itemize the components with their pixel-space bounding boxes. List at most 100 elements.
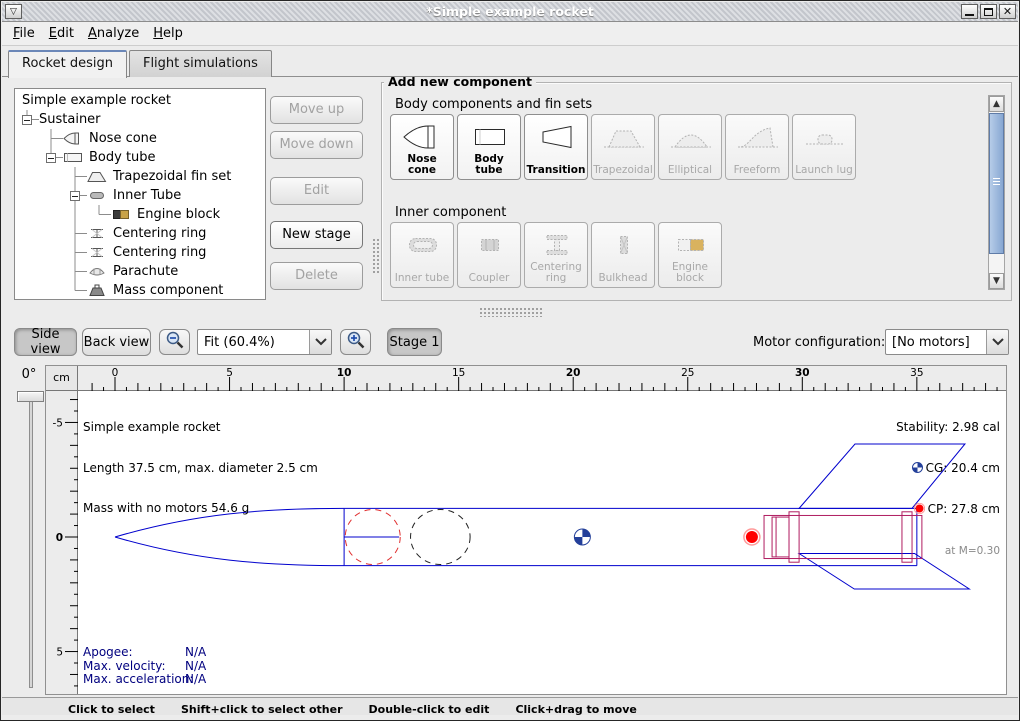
minimize-button[interactable] (961, 4, 978, 19)
tree-item-nose-cone[interactable]: Nose cone (15, 129, 265, 148)
tree-item-mass-component[interactable]: Mass component (15, 281, 265, 300)
tree-guide (87, 205, 111, 224)
tree-item-simple-example-rocket[interactable]: Simple example rocket (15, 91, 265, 110)
stage-1-toggle[interactable]: Stage 1 (387, 328, 442, 356)
tree-expander-icon[interactable] (22, 115, 32, 125)
tree-item-centering-ring[interactable]: Centering ring (15, 224, 265, 243)
tree-item-body-tube[interactable]: Body tube (15, 148, 265, 167)
scrollbar-thumb[interactable] (989, 113, 1004, 254)
tree-guide (15, 167, 39, 186)
chevron-down-icon[interactable] (986, 330, 1008, 354)
tree-expander-icon[interactable] (70, 191, 80, 201)
add-launch-lug-button[interactable]: Launch lug (792, 114, 856, 180)
motor-configuration-value: [No motors] (892, 335, 970, 350)
add-nose-cone-button[interactable]: Nose cone (390, 114, 454, 180)
add-body-tube-button[interactable]: Body tube (457, 114, 521, 180)
sim-result-value: N/A (185, 672, 206, 686)
simulation-results: Apogee:N/AMax. velocity:N/AMax. accelera… (83, 646, 206, 687)
rotation-slider-handle[interactable] (17, 391, 44, 402)
tree-guide (63, 205, 87, 224)
add-freeform-button[interactable]: Freeform (725, 114, 789, 180)
add-inner-tube-button[interactable]: Inner tube (390, 222, 454, 288)
tree-item-engine-block[interactable]: Engine block (15, 205, 265, 224)
component-button-label: Coupler (459, 273, 519, 284)
move-down-button[interactable]: Move down (270, 131, 363, 159)
menu-edit[interactable]: Edit (42, 22, 81, 45)
horizontal-splitter-handle[interactable] (479, 307, 543, 317)
coupler-icon (468, 230, 512, 264)
back-view-button[interactable]: Back view (82, 328, 151, 356)
motor-configuration-combobox[interactable]: [No motors] (885, 329, 1009, 355)
tree-item-label: Engine block (137, 207, 220, 222)
tree-guide (15, 281, 39, 300)
scroll-down-button[interactable]: ▼ (989, 273, 1004, 289)
svg-text:10: 10 (337, 367, 352, 379)
title-bar[interactable]: ▽ *Simple example rocket ✕ (2, 2, 1018, 22)
tree-item-sustainer[interactable]: Sustainer (15, 110, 265, 129)
rocket-summary-text: Simple example rocket Length 37.5 cm, ma… (83, 394, 318, 543)
edit-button[interactable]: Edit (270, 177, 363, 205)
side-view-button[interactable]: Side view (14, 328, 77, 356)
window-title: *Simple example rocket (2, 4, 1018, 19)
menu-file[interactable]: File (6, 22, 42, 45)
delete-button[interactable]: Delete (270, 262, 363, 290)
scroll-up-button[interactable]: ▲ (989, 96, 1004, 112)
tree-expander-icon[interactable] (46, 153, 56, 163)
chevron-down-icon[interactable] (309, 330, 331, 354)
zoom-level-combobox[interactable]: Fit (60.4%) (197, 329, 332, 355)
svg-text:0: 0 (56, 532, 63, 544)
status-hint: Click+drag to move (515, 701, 636, 718)
body-tube-icon (468, 122, 512, 156)
component-tree[interactable]: Simple example rocket SustainerNose coneB… (14, 88, 266, 300)
zoom-out-button[interactable] (159, 329, 190, 355)
tab-flight-simulations[interactable]: Flight simulations (129, 50, 272, 77)
add-elliptical-button[interactable]: Elliptical (658, 114, 722, 180)
rocket-canvas[interactable]: Simple example rocket Length 37.5 cm, ma… (78, 391, 1006, 694)
menu-analyze[interactable]: Analyze (81, 22, 146, 45)
tree-item-centering-ring[interactable]: Centering ring (15, 243, 265, 262)
rotation-slider-track[interactable] (29, 396, 33, 688)
cg-icon (912, 462, 923, 477)
tree-guide (63, 281, 87, 300)
svg-text:20: 20 (566, 367, 581, 379)
add-coupler-button[interactable]: Coupler (457, 222, 521, 288)
add-bulkhead-button[interactable]: Bulkhead (591, 222, 655, 288)
rotation-angle-label: 0° (15, 367, 43, 382)
vertical-ruler: -505 (46, 391, 78, 694)
centering-ring-icon (535, 230, 579, 264)
component-button-label: Elliptical (660, 165, 720, 176)
component-scrollbar[interactable]: ▲ ▼ (988, 95, 1005, 290)
tree-item-label: Simple example rocket (15, 93, 171, 108)
tree-item-label: Centering ring (113, 226, 206, 241)
section-label-body-components-and-fin-sets: Body components and fin sets (395, 97, 592, 112)
component-button-label: Transition (526, 165, 586, 176)
zoom-level-value: Fit (60.4%) (204, 335, 275, 350)
tree-item-label: Parachute (113, 264, 178, 279)
freeform-icon (736, 122, 780, 156)
add-trapezoidal-button[interactable]: Trapezoidal (591, 114, 655, 180)
tab-rocket-design[interactable]: Rocket design (8, 50, 127, 78)
tree-item-trapezoidal-fin-set[interactable]: Trapezoidal fin set (15, 167, 265, 186)
component-button-label: Trapezoidal (593, 165, 653, 176)
new-stage-button[interactable]: New stage (270, 221, 363, 249)
tree-item-inner-tube[interactable]: Inner Tube (15, 186, 265, 205)
add-centering-ring-button[interactable]: Centering ring (524, 222, 588, 288)
body-tube-icon (63, 151, 85, 165)
move-up-button[interactable]: Move up (270, 96, 363, 124)
maximize-button[interactable] (980, 4, 997, 19)
component-button-label: Inner tube (392, 273, 452, 284)
vertical-splitter-handle[interactable] (372, 238, 381, 274)
add-transition-button[interactable]: Transition (524, 114, 588, 180)
nose-cone-icon (63, 132, 85, 146)
add-new-component-group: Add new component Body components and fi… (381, 82, 1012, 301)
close-button[interactable]: ✕ (999, 4, 1016, 19)
tree-guide (39, 148, 63, 167)
menu-help[interactable]: Help (146, 22, 190, 45)
svg-text:-5: -5 (53, 417, 63, 429)
ruler-unit-label: cm (46, 366, 78, 391)
zoom-in-button[interactable] (340, 329, 371, 355)
tree-guide (39, 224, 63, 243)
add-engine-block-button[interactable]: Engine block (658, 222, 722, 288)
tree-item-parachute[interactable]: Parachute (15, 262, 265, 281)
sim-result-row: Apogee:N/A (83, 646, 206, 660)
